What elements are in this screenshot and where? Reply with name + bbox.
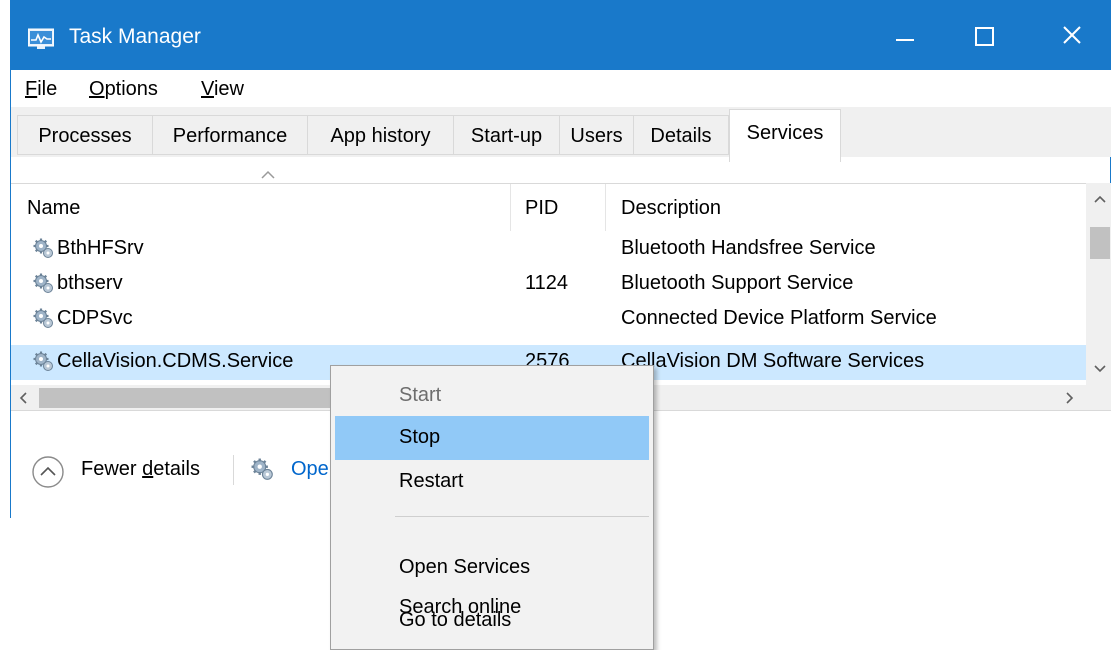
- tab-app-history[interactable]: App history: [307, 115, 453, 155]
- service-description: CellaVision DM Software Services: [621, 350, 925, 372]
- vertical-scrollbar[interactable]: [1086, 183, 1111, 385]
- gear-icon: [33, 273, 54, 294]
- fewer-details-text: Fewer: [81, 458, 143, 480]
- service-description: Connected Device Platform Service: [621, 307, 937, 329]
- tab-users[interactable]: Users: [559, 115, 633, 155]
- table-row[interactable]: BthHFSrv Bluetooth Handsfree Service: [11, 232, 1086, 267]
- maximize-button[interactable]: [943, 0, 1023, 70]
- context-menu: Start Stop Restart Open Services Search …: [330, 365, 654, 650]
- fewer-details-button[interactable]: Fewer details: [81, 458, 200, 481]
- menu-view[interactable]: View: [201, 78, 244, 101]
- tab-details[interactable]: Details: [633, 115, 729, 155]
- column-header-name[interactable]: Name: [27, 197, 80, 220]
- close-icon: [1063, 26, 1081, 44]
- column-divider[interactable]: [605, 184, 606, 231]
- scrollbar-corner: [1086, 385, 1111, 410]
- sort-ascending-icon: [261, 170, 275, 179]
- service-name: CDPSvc: [57, 307, 133, 329]
- menu-item-label: Stop: [399, 426, 441, 448]
- vertical-scroll-thumb[interactable]: [1090, 227, 1110, 259]
- tab-bar: Processes Performance App history Start-…: [11, 107, 1111, 162]
- tab-performance[interactable]: Performance: [152, 115, 307, 155]
- table-header: Name PID Description: [11, 170, 1111, 231]
- service-description: Bluetooth Support Service: [621, 272, 854, 294]
- service-name: bthserv: [57, 272, 123, 294]
- menu-item-label: Start: [399, 384, 442, 406]
- tab-processes[interactable]: Processes: [17, 115, 152, 155]
- menu-item-label: Open Services: [399, 556, 531, 578]
- gear-icon: [33, 308, 54, 329]
- column-header-description[interactable]: Description: [621, 197, 721, 220]
- fewer-details-accelerator: d: [142, 458, 154, 480]
- open-services-link[interactable]: Open Services: [291, 458, 333, 481]
- scroll-right-icon[interactable]: [1066, 392, 1074, 404]
- service-pid: 1124: [525, 272, 569, 294]
- service-description: Bluetooth Handsfree Service: [621, 237, 876, 259]
- minimize-button[interactable]: [864, 0, 944, 70]
- menu-options[interactable]: Options: [89, 78, 158, 101]
- column-header-pid[interactable]: PID: [525, 197, 558, 220]
- scroll-up-icon[interactable]: [1094, 195, 1106, 203]
- context-menu-start: Start: [335, 374, 649, 418]
- menu-file[interactable]: File: [25, 78, 57, 101]
- title-bar[interactable]: Task Manager: [11, 0, 1111, 70]
- service-name: CellaVision.CDMS.Service: [57, 350, 294, 372]
- tab-start-up[interactable]: Start-up: [453, 115, 559, 155]
- tab-services[interactable]: Services: [729, 109, 841, 162]
- gear-icon: [33, 351, 54, 372]
- menu-bar: File Options View: [11, 70, 1111, 107]
- context-menu-open-services[interactable]: Open Services: [335, 546, 649, 590]
- chevron-up-icon[interactable]: [31, 455, 65, 489]
- context-menu-go-to-details[interactable]: Go to details: [335, 606, 649, 646]
- context-menu-restart[interactable]: Restart: [335, 460, 649, 504]
- gear-icon: [251, 458, 274, 481]
- gear-icon: [33, 238, 54, 259]
- fewer-details-text: etails: [153, 458, 200, 480]
- table-row[interactable]: CDPSvc Connected Device Platform Service: [11, 302, 1086, 337]
- menu-separator: [395, 516, 649, 517]
- close-button[interactable]: [1031, 0, 1111, 70]
- scroll-down-icon[interactable]: [1094, 365, 1106, 373]
- context-menu-stop[interactable]: Stop: [335, 416, 649, 460]
- menu-item-label: Go to details: [399, 609, 512, 631]
- scroll-left-icon[interactable]: [19, 392, 27, 404]
- menu-item-label: Restart: [399, 470, 464, 492]
- divider: [233, 455, 234, 485]
- table-row[interactable]: bthserv 1124 Bluetooth Support Service: [11, 267, 1086, 302]
- window-title: Task Manager: [69, 25, 201, 48]
- task-manager-icon: [28, 28, 54, 49]
- column-divider[interactable]: [510, 184, 511, 231]
- service-name: BthHFSrv: [57, 237, 144, 259]
